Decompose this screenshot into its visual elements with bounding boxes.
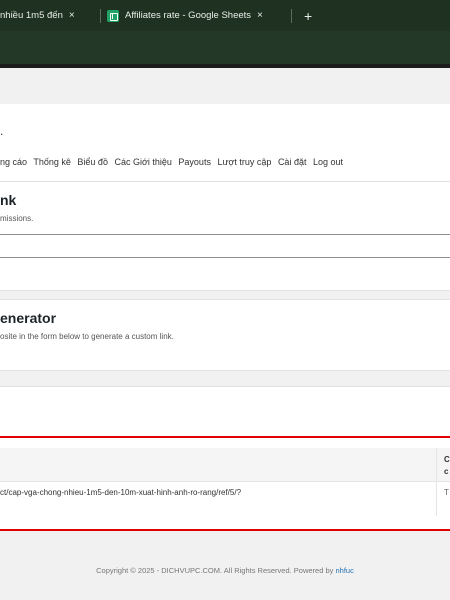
generated-link-table: C c ct/cap-vga-chong-nhieu-1m5-den-10m-x… xyxy=(0,436,450,531)
close-icon[interactable]: × xyxy=(257,10,263,21)
table-header-row xyxy=(0,448,450,482)
header-dot: . xyxy=(0,124,4,138)
nav-item-payouts[interactable]: Payouts xyxy=(178,157,211,167)
footer-link[interactable]: nhfuc xyxy=(336,566,354,575)
affiliate-nav-menu: ng cáo Thống kê Biểu đồ Các Giới thiệu P… xyxy=(0,157,347,167)
column-separator xyxy=(436,448,437,516)
divider xyxy=(0,386,450,387)
close-icon[interactable]: × xyxy=(69,10,75,21)
dashboard-header-card xyxy=(0,104,450,182)
page-footer: Copyright © 2025 - DICHVUPC.COM. All Rig… xyxy=(0,566,450,575)
footer-text: Copyright © 2025 - DICHVUPC.COM. All Rig… xyxy=(96,566,334,575)
new-tab-button[interactable]: + xyxy=(304,8,312,24)
browser-tab-1[interactable]: nhiều 1m5 đến × xyxy=(0,0,94,31)
browser-tab-2[interactable]: Affiliates rate - Google Sheets × xyxy=(107,0,285,31)
page-topbar xyxy=(0,68,450,104)
google-sheets-icon xyxy=(107,9,119,22)
nav-item-settings[interactable]: Cài đặt xyxy=(278,157,307,167)
affiliate-link-title: nk xyxy=(0,192,17,208)
affiliate-url-field[interactable] xyxy=(0,234,450,258)
nav-item-charts[interactable]: Biểu đồ xyxy=(77,157,108,167)
tab-title: nhiều 1m5 đến xyxy=(0,10,63,21)
nav-item-visits[interactable]: Lượt truy cập xyxy=(217,157,271,167)
generated-url[interactable]: ct/cap-vga-chong-nhieu-1m5-den-10m-xuat-… xyxy=(0,488,241,497)
tab-separator xyxy=(291,8,292,23)
nav-item-referrals[interactable]: Các Giới thiệu xyxy=(114,157,171,167)
divider xyxy=(0,370,450,371)
affiliate-link-desc: missions. xyxy=(0,214,34,223)
link-generator-title: enerator xyxy=(0,310,57,326)
nav-item-stats[interactable]: Thống kê xyxy=(33,157,71,167)
browser-toolbar xyxy=(0,31,450,64)
divider xyxy=(0,299,450,300)
link-generator-desc: osite in the form below to generate a cu… xyxy=(0,332,174,341)
table-cell: T xyxy=(444,488,449,497)
nav-item-ads[interactable]: ng cáo xyxy=(0,157,27,167)
table-column-header: C c xyxy=(444,455,450,476)
divider xyxy=(0,290,450,291)
tab-separator xyxy=(100,8,101,23)
tab-title: Affiliates rate - Google Sheets xyxy=(125,10,252,21)
nav-item-logout[interactable]: Log out xyxy=(313,157,343,167)
browser-tabbar: nhiều 1m5 đến × Affiliates rate - Google… xyxy=(0,0,450,31)
generator-form-area xyxy=(0,386,450,436)
